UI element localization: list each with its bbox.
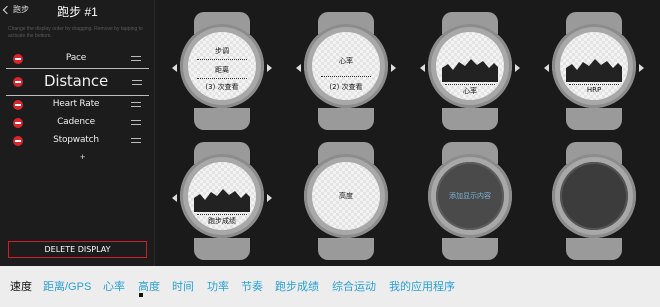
watch-display-4[interactable]: HRP: [544, 4, 644, 132]
tab-run-result[interactable]: 跑步成绩: [275, 278, 319, 294]
arrow-left-icon[interactable]: [544, 64, 549, 72]
hover-indicator: [139, 293, 143, 297]
screen-line: (3) 次查看: [205, 83, 239, 91]
remove-icon[interactable]: [13, 100, 23, 110]
watch-screen: 心率 (2) 次查看: [312, 32, 380, 100]
tab-time[interactable]: 时间: [172, 278, 194, 294]
tab-heart-rate[interactable]: 心率: [103, 278, 125, 294]
watch-screen: 跑步成绩: [188, 162, 256, 230]
instruction-text: Change the display order by dragging. Re…: [8, 26, 143, 39]
display-grid: 步调 距离 (3) 次查看 心率 (2) 次查看 心率 HRP 跑步成绩 高度 …: [156, 0, 660, 266]
screen-line: 心率: [463, 87, 477, 95]
watch-strap: [318, 238, 374, 260]
arrow-right-icon[interactable]: [639, 64, 644, 72]
field-label: Pace: [65, 53, 87, 63]
field-label: Distance: [44, 72, 108, 90]
field-row-distance[interactable]: Distance: [6, 68, 149, 96]
watch-display-2[interactable]: 心率 (2) 次查看: [296, 4, 396, 132]
divider: [197, 59, 247, 60]
watch-display-6[interactable]: 高度: [296, 134, 396, 262]
tab-multisport[interactable]: 综合运动: [332, 278, 376, 294]
drag-handle-icon[interactable]: [131, 138, 141, 143]
tab-speed[interactable]: 速度: [10, 278, 32, 294]
divider: [445, 84, 495, 85]
screen-line: 步调: [215, 47, 229, 55]
add-display-button[interactable]: 添加显示内容: [420, 134, 520, 262]
tab-power[interactable]: 功率: [207, 278, 229, 294]
watch-strap: [442, 108, 498, 130]
arrow-right-icon[interactable]: [267, 194, 272, 202]
watch-strap: [318, 108, 374, 130]
drag-handle-icon[interactable]: [131, 120, 141, 125]
watch-display-3[interactable]: 心率: [420, 4, 520, 132]
drag-handle-icon[interactable]: [132, 80, 142, 85]
screen-line: 高度: [339, 192, 353, 200]
screen-line: 心率: [339, 57, 353, 65]
watch-screen: [560, 162, 628, 230]
remove-icon[interactable]: [13, 118, 23, 128]
arrow-right-icon[interactable]: [515, 64, 520, 72]
watch-strap: [442, 238, 498, 260]
arrow-left-icon[interactable]: [420, 64, 425, 72]
panel-header: 跑步 跑步 #1: [0, 0, 155, 22]
drag-handle-icon[interactable]: [131, 56, 141, 61]
screen-line: 跑步成绩: [208, 217, 236, 225]
tab-cadence[interactable]: 节奏: [241, 278, 263, 294]
watch-display-5[interactable]: 跑步成绩: [172, 134, 272, 262]
screen-line: 距离: [215, 66, 229, 74]
arrow-right-icon[interactable]: [267, 64, 272, 72]
divider: [321, 76, 371, 77]
tab-distance-gps[interactable]: 距离/GPS: [43, 278, 91, 294]
screen-line: (2) 次查看: [329, 83, 363, 91]
delete-display-button[interactable]: DELETE DISPLAY: [8, 241, 147, 258]
divider: [197, 214, 247, 215]
add-field-button[interactable]: +: [80, 152, 85, 162]
screen-line: HRP: [586, 86, 602, 94]
watch-strap: [566, 108, 622, 130]
add-display-label: 添加显示内容: [449, 192, 491, 200]
tab-my-apps[interactable]: 我的应用程序: [389, 278, 455, 294]
arrow-right-icon[interactable]: [391, 64, 396, 72]
field-row-cadence[interactable]: Cadence: [0, 114, 155, 132]
watch-display-1[interactable]: 步调 距离 (3) 次查看: [172, 4, 272, 132]
watch-screen: 高度: [312, 162, 380, 230]
field-list: Pace Distance Heart Rate Cadence Stopwat…: [0, 50, 155, 150]
drag-handle-icon[interactable]: [131, 102, 141, 107]
graph-icon: [566, 59, 622, 82]
field-label: Heart Rate: [52, 99, 100, 109]
arrow-left-icon[interactable]: [172, 64, 177, 72]
graph-icon: [194, 189, 250, 212]
category-tab-bar: 速度 距离/GPS 心率 高度 时间 功率 节奏 跑步成绩 综合运动 我的应用程…: [0, 266, 660, 307]
watch-screen: 添加显示内容: [436, 162, 504, 230]
graph-icon: [442, 59, 498, 82]
display-editor-panel: 跑步 跑步 #1 Change the display order by dra…: [0, 0, 155, 266]
field-row-pace[interactable]: Pace: [0, 50, 155, 68]
watch-screen: 步调 距离 (3) 次查看: [188, 32, 256, 100]
watch-strap: [194, 238, 250, 260]
watch-screen: HRP: [560, 32, 628, 100]
tab-altitude[interactable]: 高度: [138, 278, 160, 294]
arrow-left-icon[interactable]: [172, 194, 177, 202]
remove-icon[interactable]: [13, 77, 23, 87]
field-row-heart-rate[interactable]: Heart Rate: [0, 96, 155, 114]
field-row-stopwatch[interactable]: Stopwatch: [0, 132, 155, 150]
page-title: 跑步 #1: [57, 5, 98, 19]
watch-strap: [566, 238, 622, 260]
divider: [569, 84, 619, 85]
field-label: Stopwatch: [53, 135, 99, 145]
field-label: Cadence: [57, 117, 95, 127]
watch-screen: 心率: [436, 32, 504, 100]
watch-display-empty: [544, 134, 644, 262]
remove-icon[interactable]: [13, 136, 23, 146]
arrow-left-icon[interactable]: [296, 64, 301, 72]
remove-icon[interactable]: [13, 54, 23, 64]
watch-strap: [194, 108, 250, 130]
divider: [197, 78, 247, 79]
